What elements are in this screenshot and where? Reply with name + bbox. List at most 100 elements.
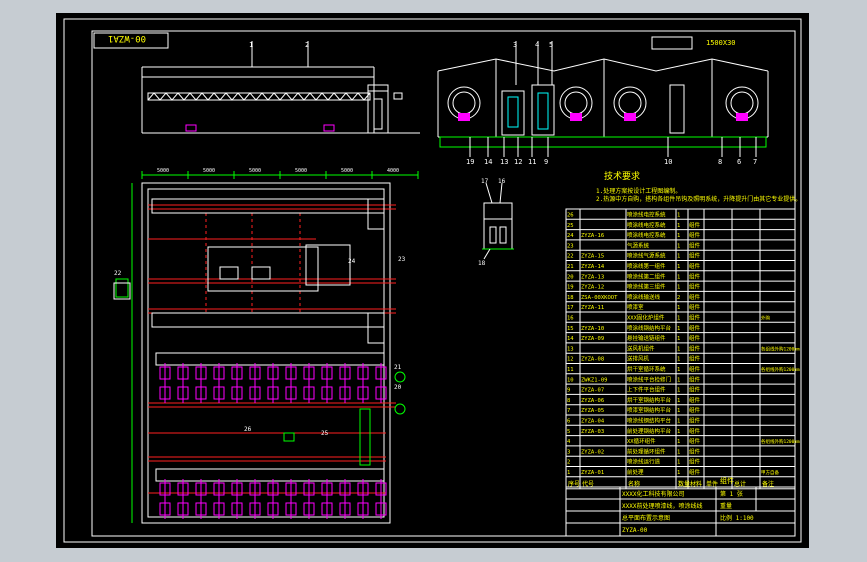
bom-cell: 喷涂线输送线	[627, 293, 661, 301]
bom-cell: 气源系统	[627, 241, 650, 249]
bom-cell: 1	[677, 460, 680, 466]
bom-cell: 1	[677, 470, 680, 476]
bom-cell: 11	[567, 367, 574, 373]
sheet-count: 第 1 张	[720, 490, 743, 498]
bom-cell: 1	[677, 377, 680, 383]
assembly-label: 组件	[720, 476, 734, 485]
bom-cell: 组件	[689, 231, 701, 239]
bom-cell: 前处理循环组件	[627, 447, 666, 455]
bom-cell: 13	[567, 346, 574, 352]
bom-cell: ZYZA-16	[581, 233, 604, 239]
bom-cell: 1	[677, 254, 680, 260]
bom-cell: ZSA-00XKOOT	[581, 295, 618, 301]
bom-cell: 各组线外购1200mm	[761, 366, 800, 373]
bom-cell: 组件	[689, 293, 701, 301]
detail-view: 17 16 18	[478, 178, 514, 267]
bom-cell: 组件	[689, 365, 701, 373]
bom-cell: 12	[567, 357, 574, 363]
bom-cell: 1	[677, 419, 680, 425]
bom-cell: 组件	[689, 324, 701, 332]
bom-cell: 2	[677, 295, 680, 301]
bom-cell: ZYZA-09	[581, 336, 604, 342]
callout-6: 6	[737, 158, 741, 166]
bom-cell: 喷涂线电控系统	[627, 231, 666, 239]
bom-cell: 20	[567, 274, 574, 280]
bom-cell: 喷涂线第一组件	[627, 262, 666, 270]
bom-cell: 1	[677, 326, 680, 332]
bom-cell: 外购	[761, 315, 770, 322]
bom-cell: ZYZA-15	[581, 254, 604, 260]
callout-21: 21	[394, 364, 402, 371]
bom-cell: 组件	[689, 314, 701, 322]
company-name: XXXX化工科技有限公司	[622, 490, 684, 498]
bom-cell: 1	[677, 285, 680, 291]
scale-value: 比例 1:100	[720, 514, 754, 522]
bom-cell: 1	[677, 336, 680, 342]
callout-19: 19	[466, 158, 474, 166]
bom-cell: 9	[567, 388, 570, 394]
bom-cell: ZYZA-02	[581, 449, 604, 455]
bom-cell: 1	[677, 388, 680, 394]
callout-1: 1	[249, 41, 253, 49]
bom-cell: 1	[677, 367, 680, 373]
callout-7: 7	[753, 158, 757, 166]
callout-17: 17	[481, 178, 489, 185]
weight-label: 重量	[720, 502, 732, 510]
callout-2: 2	[305, 41, 309, 49]
bom-cell: 1	[677, 357, 680, 363]
callout-18: 18	[478, 260, 486, 267]
bom-cell: ZYZA-07	[581, 388, 604, 394]
bom-cell: 组件	[689, 355, 701, 363]
bom-cell: 组件	[689, 241, 701, 249]
bom-cell: 喷涂线钢结构平台	[627, 417, 672, 425]
bom-cell: 21	[567, 264, 574, 270]
bom-cell: 组件	[689, 262, 701, 270]
bom-cell: 组件	[689, 417, 701, 425]
bom-cell: 组件	[689, 458, 701, 466]
bom-cell: 喷涂线电控系统	[627, 211, 666, 219]
note-1: 1.处理方案按设计工程图编制。	[596, 187, 681, 195]
bom-cell: ZYZA-06	[581, 398, 604, 404]
bom-cell: 15	[567, 326, 574, 332]
drawing-name: 总平面布置示意图	[622, 514, 670, 522]
bom-cell: 组件	[689, 447, 701, 455]
bom-cell: 喷涂线平台检修门	[627, 375, 671, 383]
bom-cell: 组件	[689, 221, 701, 229]
bom-cell: 各组线外购1200mm	[761, 438, 800, 445]
bom-cell: 18	[567, 295, 574, 301]
callout-20: 20	[394, 384, 402, 391]
bom-cell: 1	[677, 243, 680, 249]
bom-cell: 19	[567, 285, 574, 291]
bom-cell: 1	[677, 439, 680, 445]
bom-cell: 组件	[689, 427, 701, 435]
bom-cell: 22	[567, 254, 574, 260]
bom-cell: 喷涂线电控系统	[627, 221, 666, 229]
dimension-label: 5000	[341, 168, 353, 174]
callout-16: 16	[498, 178, 506, 185]
bom-cell: ZYZA-04	[581, 419, 605, 425]
callout-10: 10	[664, 158, 672, 166]
callout-9: 9	[544, 158, 548, 166]
bom-cell: 1	[677, 274, 680, 280]
bom-cell: ZYZA-01	[581, 470, 604, 476]
bom-cell: ZYZA-12	[581, 285, 604, 291]
bom-cell: 喷涂线第二组件	[627, 272, 666, 280]
bom-cell: 组件	[689, 386, 701, 394]
bom-cell: 喷涂线运行道	[627, 458, 661, 466]
dimension-label: 4000	[387, 168, 399, 174]
project-name: XXXX前处理喷漆线，喷涂线线	[622, 502, 702, 510]
bom-cell: 组件	[689, 468, 701, 476]
bom-cell: 送风机组件	[627, 344, 655, 352]
bom-cell: 1	[567, 470, 570, 476]
cad-drawing: 00-WZA1 1 2 1500X30 19 14 13 12 11 9 10 …	[63, 18, 802, 543]
bom-cell: 1	[677, 346, 680, 352]
bom-cell: 26	[567, 213, 574, 219]
bom-cell: ZYZA-14	[581, 264, 605, 270]
callout-23: 23	[398, 256, 406, 263]
bom-cell: 1	[677, 429, 680, 435]
bom-cell: 喷漆室钢结构平台	[627, 406, 672, 414]
callout-3: 3	[513, 41, 517, 49]
bom-cell: ZYZA-11	[581, 305, 604, 311]
callout-11: 11	[528, 158, 536, 166]
bom-cell: 24	[567, 233, 574, 239]
